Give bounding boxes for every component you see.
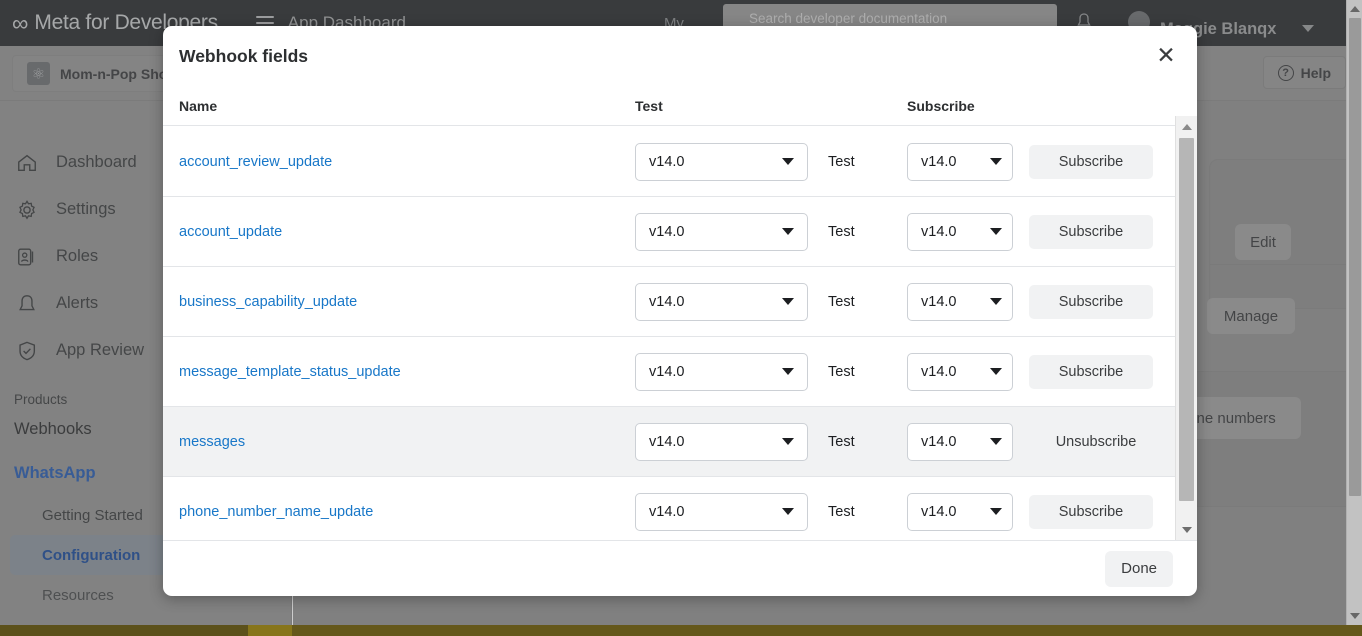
subscribe-version-select[interactable]: v14.0 — [907, 212, 1013, 251]
subscribe-button[interactable]: Subscribe — [1029, 144, 1153, 179]
table-row: phone_number_name_update v14.0 Test v14.0 Su… — [163, 477, 1175, 540]
test-version-select[interactable]: v14.0 — [635, 422, 808, 461]
subscribe-version-select[interactable]: v14.0 — [907, 282, 1013, 321]
subscribe-cell: v14.0 Unsubscribe — [907, 422, 1167, 461]
subscribe-version-value: v14.0 — [921, 223, 957, 240]
test-version-value: v14.0 — [649, 363, 685, 380]
webhook-field-link[interactable]: phone_number_name_update — [179, 504, 635, 520]
subscribe-version-select[interactable]: v14.0 — [907, 142, 1013, 181]
chevron-down-icon — [990, 438, 1002, 445]
table-row: account_review_update v14.0 Test v14.0 Subsc… — [163, 127, 1175, 197]
test-link[interactable]: Test — [828, 504, 855, 520]
chevron-down-icon — [782, 368, 794, 375]
scroll-down-icon[interactable] — [1182, 527, 1192, 533]
scroll-up-icon[interactable] — [1182, 124, 1192, 130]
chevron-down-icon — [990, 368, 1002, 375]
page-title: Webhook fields — [179, 45, 308, 66]
test-version-value: v14.0 — [649, 153, 685, 170]
modal-scrollbar[interactable] — [1175, 116, 1197, 540]
chevron-down-icon — [782, 228, 794, 235]
test-cell: v14.0 Test — [635, 352, 907, 391]
test-link[interactable]: Test — [828, 294, 855, 310]
done-button[interactable]: Done — [1105, 550, 1173, 587]
screen-root: ∞ Meta for Developers App Dashboard My S… — [0, 0, 1362, 636]
subscribe-cell: v14.0 Subscribe — [907, 142, 1167, 181]
test-link[interactable]: Test — [828, 434, 855, 450]
modal-footer: Done — [163, 540, 1197, 596]
table-row: account_update v14.0 Test v14.0 Subscribe — [163, 197, 1175, 267]
modal-body: Name Test Subscribe account_review_updat… — [163, 86, 1197, 540]
subscribe-cell: v14.0 Subscribe — [907, 282, 1167, 321]
test-cell: v14.0 Test — [635, 142, 907, 181]
test-link[interactable]: Test — [828, 224, 855, 240]
test-cell: v14.0 Test — [635, 282, 907, 321]
webhook-field-link[interactable]: business_capability_update — [179, 294, 635, 310]
column-header-test: Test — [635, 97, 663, 114]
test-cell: v14.0 Test — [635, 212, 907, 251]
subscribe-version-select[interactable]: v14.0 — [907, 422, 1013, 461]
subscribe-version-value: v14.0 — [921, 503, 957, 520]
unsubscribe-button[interactable]: Unsubscribe — [1029, 424, 1163, 459]
chevron-down-icon — [782, 438, 794, 445]
subscribe-cell: v14.0 Subscribe — [907, 212, 1167, 251]
test-version-value: v14.0 — [649, 293, 685, 310]
chevron-down-icon — [990, 228, 1002, 235]
test-version-select[interactable]: v14.0 — [635, 492, 808, 531]
subscribe-version-value: v14.0 — [921, 363, 957, 380]
webhook-field-link[interactable]: account_review_update — [179, 154, 635, 170]
test-version-select[interactable]: v14.0 — [635, 212, 808, 251]
column-header-subscribe: Subscribe — [907, 97, 975, 114]
test-link[interactable]: Test — [828, 364, 855, 380]
subscribe-button[interactable]: Subscribe — [1029, 354, 1153, 389]
table-row: message_template_status_update v14.0 Test v… — [163, 337, 1175, 407]
test-version-select[interactable]: v14.0 — [635, 352, 808, 391]
table-header-row: Name Test Subscribe — [163, 86, 1197, 126]
chevron-down-icon — [782, 508, 794, 515]
webhook-fields-modal: Webhook fields ✕ Name Test Subscribe acc… — [163, 26, 1197, 596]
chevron-down-icon — [782, 158, 794, 165]
table-row: business_capability_update v14.0 Test v14.0… — [163, 267, 1175, 337]
webhook-field-link[interactable]: messages — [179, 434, 635, 450]
table-row: messages v14.0 Test v14.0 Unsubscribe — [163, 407, 1175, 477]
subscribe-button[interactable]: Subscribe — [1029, 214, 1153, 249]
test-version-select[interactable]: v14.0 — [635, 142, 808, 181]
test-version-value: v14.0 — [649, 223, 685, 240]
test-link[interactable]: Test — [828, 154, 855, 170]
test-version-select[interactable]: v14.0 — [635, 282, 808, 321]
subscribe-version-select[interactable]: v14.0 — [907, 352, 1013, 391]
test-cell: v14.0 Test — [635, 492, 907, 531]
modal-header: Webhook fields ✕ — [163, 26, 1197, 86]
chevron-down-icon — [990, 508, 1002, 515]
test-version-value: v14.0 — [649, 433, 685, 450]
webhook-field-link[interactable]: account_update — [179, 224, 635, 240]
chevron-down-icon — [990, 158, 1002, 165]
test-version-value: v14.0 — [649, 503, 685, 520]
modal-scrollbar-thumb[interactable] — [1179, 138, 1194, 501]
chevron-down-icon — [990, 298, 1002, 305]
subscribe-cell: v14.0 Subscribe — [907, 492, 1167, 531]
subscribe-version-value: v14.0 — [921, 433, 957, 450]
subscribe-button[interactable]: Subscribe — [1029, 494, 1153, 529]
test-cell: v14.0 Test — [635, 422, 907, 461]
subscribe-button[interactable]: Subscribe — [1029, 284, 1153, 319]
subscribe-version-select[interactable]: v14.0 — [907, 492, 1013, 531]
chevron-down-icon — [782, 298, 794, 305]
close-icon[interactable]: ✕ — [1153, 42, 1179, 68]
webhook-fields-table: account_review_update v14.0 Test v14.0 Subsc… — [163, 127, 1175, 540]
subscribe-version-value: v14.0 — [921, 153, 957, 170]
subscribe-version-value: v14.0 — [921, 293, 957, 310]
webhook-field-link[interactable]: message_template_status_update — [179, 364, 635, 380]
subscribe-cell: v14.0 Subscribe — [907, 352, 1167, 391]
column-header-name: Name — [179, 97, 218, 114]
